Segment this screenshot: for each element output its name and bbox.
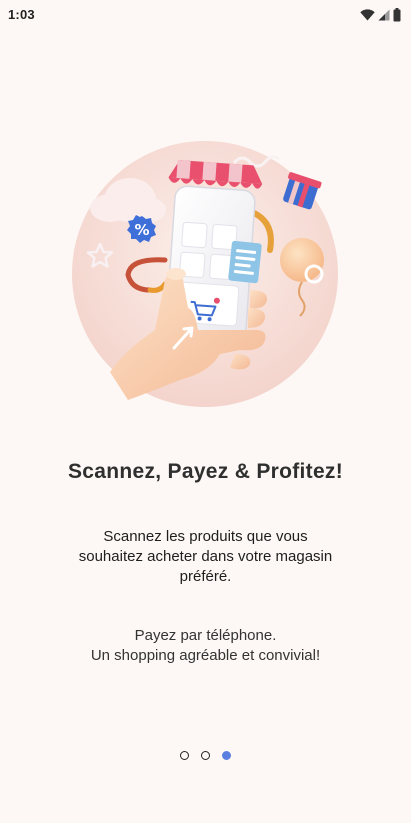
- page-indicator-dot-1[interactable]: [180, 751, 189, 760]
- page-indicator-dot-2[interactable]: [201, 751, 210, 760]
- status-time: 1:03: [8, 7, 35, 22]
- receipt-icon: [228, 240, 262, 284]
- page-indicator: [0, 751, 411, 763]
- onboarding-subtitle-line-1: Payez par téléphone.: [134, 627, 277, 644]
- signal-icon: [378, 9, 390, 21]
- page-indicator-dot-3[interactable]: [222, 751, 231, 760]
- onboarding-illustration: %: [72, 141, 338, 407]
- battery-icon: [393, 8, 401, 22]
- onboarding-title: Scannez, Payez & Profitez!: [67, 460, 344, 483]
- wifi-icon: [360, 9, 375, 21]
- svg-text:%: %: [134, 221, 149, 239]
- status-bar: 1:03: [0, 0, 411, 32]
- onboarding-description: Scannez les produits que vous souhaitez …: [78, 528, 333, 585]
- onboarding-subtitle: Payez par téléphone. Un shopping agréabl…: [30, 626, 381, 666]
- onboarding-subtitle-line-2: Un shopping agréable et convivial!: [90, 647, 321, 664]
- status-icons: [360, 8, 401, 22]
